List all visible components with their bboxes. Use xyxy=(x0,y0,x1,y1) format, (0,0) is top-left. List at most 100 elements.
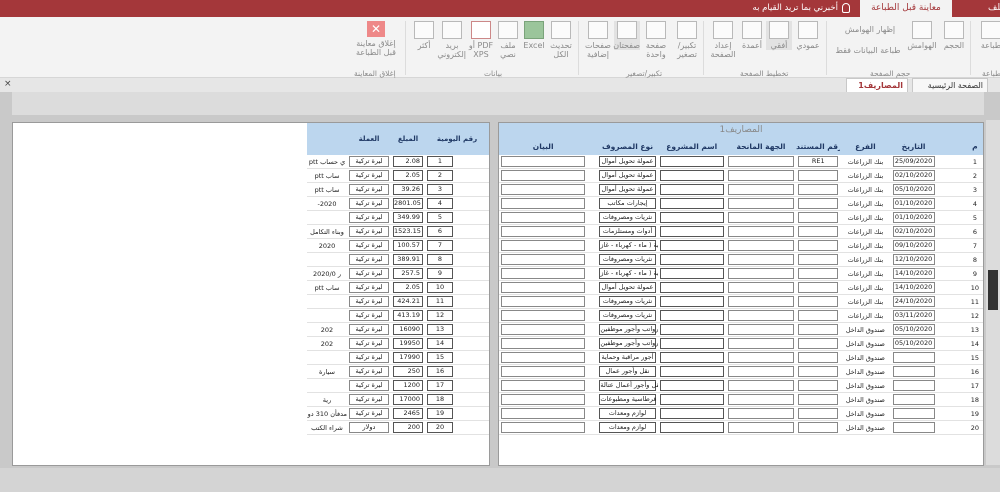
date-cell-box: 14/10/2020 xyxy=(892,282,935,293)
journal-no-cell-box: 16 xyxy=(427,366,453,377)
donor-cell-box xyxy=(727,184,795,195)
columns-icon xyxy=(742,21,762,39)
amount-cell: 16090 xyxy=(391,322,425,337)
expense-type-cell: قرطاسية ومطبوعات xyxy=(597,392,658,407)
journal-no-cell-box: 12 xyxy=(427,310,453,321)
landscape-button[interactable]: أفقي xyxy=(766,21,792,50)
fragment-cell: 202 xyxy=(307,322,347,337)
currency-cell: ليرة تركية xyxy=(347,280,391,295)
project-cell xyxy=(657,168,726,183)
table-cell xyxy=(455,336,489,351)
journal-no-cell: 4 xyxy=(425,196,455,211)
fragment-cell: شراء الكتب xyxy=(307,420,347,435)
tab-home[interactable]: الصفحة الرئيسية xyxy=(912,78,988,93)
table-row: نثريات ومصروفات بنك الزراعات 12/10/2020 8 xyxy=(499,252,983,267)
tab-print-preview[interactable]: معاينة قبل الطباعة xyxy=(860,0,952,17)
expense-type-cell: أجور مراقبة وحماية xyxy=(597,350,658,365)
columns-button[interactable]: أعمدة xyxy=(740,21,764,50)
date-cell: 24/10/2020 xyxy=(890,294,937,309)
close-document-icon[interactable]: × xyxy=(4,79,12,89)
group-label-page-layout: تخطيط الصفحة xyxy=(740,69,789,78)
expense-type-cell-box: نقل وأجور أعمال عتالة xyxy=(599,380,658,391)
date-cell: 12/10/2020 xyxy=(890,252,937,267)
page-size-button[interactable]: الحجم xyxy=(940,21,968,50)
table-cell-box xyxy=(501,282,586,293)
table-row: قرطاسية ومطبوعات صندوق الداخل 18 xyxy=(499,392,983,407)
doc-no-cell xyxy=(796,350,841,365)
tab-file[interactable]: ملف xyxy=(988,0,1000,17)
table-row: نثريات ومصروفات بنك الزراعات 24/10/2020 11 xyxy=(499,294,983,309)
table-cell xyxy=(587,224,598,239)
pdf-xps-button[interactable]: PDF أو XPS xyxy=(468,21,494,59)
more-button[interactable]: أكثر xyxy=(412,21,436,50)
table-cell-box xyxy=(501,226,586,237)
journal-no-cell: 10 xyxy=(425,280,455,295)
journal-no-cell: 8 xyxy=(425,252,455,267)
excel-button[interactable]: Excel xyxy=(522,21,546,50)
printer-icon xyxy=(981,21,1000,39)
amount-cell-box: 349.99 xyxy=(393,212,423,223)
project-cell xyxy=(657,238,726,253)
expense-type-cell-box: عمولة تحويل أموال xyxy=(599,156,656,167)
doc-no-cell xyxy=(796,322,841,337)
date-cell xyxy=(890,364,937,379)
amount-cell: 257.5 xyxy=(391,266,425,281)
group-separator xyxy=(970,21,971,75)
currency-cell-box: ليرة تركية xyxy=(349,380,389,391)
date-cell xyxy=(890,392,937,407)
doc-no-cell xyxy=(796,364,841,379)
expense-type-cell: لوازم ومعدات xyxy=(597,420,658,435)
currency-cell: ليرة تركية xyxy=(347,364,391,379)
table-cell xyxy=(936,210,967,225)
project-cell xyxy=(657,182,726,197)
two-pages-button[interactable]: صفحتان xyxy=(613,21,640,50)
one-page-button[interactable]: صفحة واحدة xyxy=(642,21,670,59)
more-pages-button[interactable]: صفحات إضافية xyxy=(584,21,612,59)
date-cell-box: 01/10/2020 xyxy=(892,212,935,223)
report-body-2: ي حساب ptt ليرة تركية 2.08 1 ساب ptt ليرة ترك… xyxy=(307,155,489,435)
page-setup-button[interactable]: إعداد الصفحة xyxy=(708,21,738,59)
table-row: أدوات ومستلزمات بنك الزراعات 02/10/2020 6 xyxy=(499,224,983,239)
journal-no-cell-box: 2 xyxy=(427,170,453,181)
journal-no-cell: 20 xyxy=(425,420,455,435)
fragment-cell: 2020 xyxy=(307,238,347,253)
table-cell xyxy=(587,420,598,435)
doc-no-cell-box xyxy=(798,408,839,419)
margins-button[interactable]: الهوامش xyxy=(906,21,938,50)
expense-type-cell: لوازم ومعدات xyxy=(597,406,658,421)
branch-cell: بنك الزراعات xyxy=(840,196,891,211)
margins-icon xyxy=(912,21,932,39)
currency-cell-box: ليرة تركية xyxy=(349,296,389,307)
tab-expenses-report[interactable]: المصاريف1 xyxy=(846,78,908,93)
date-cell: 05/10/2020 xyxy=(890,322,937,337)
doc-no-cell-box xyxy=(798,324,839,335)
table-cell xyxy=(936,392,967,407)
project-cell-box xyxy=(659,226,724,237)
show-margins-checkbox[interactable]: إظهار الهوامش xyxy=(836,25,904,34)
fragment-cell: مدفأن 310 دولار xyxy=(307,406,347,421)
table-cell xyxy=(499,336,588,351)
print-button[interactable]: طباعة xyxy=(980,21,1000,50)
table-row: لوازم ومعدات صندوق الداخل 19 xyxy=(499,406,983,421)
portrait-button[interactable]: عمودي xyxy=(794,21,822,50)
project-cell-box xyxy=(659,184,724,195)
email-button[interactable]: بريد إلكتروني xyxy=(437,21,466,59)
expense-type-cell: نثريات ومصروفات xyxy=(597,210,658,225)
project-cell xyxy=(657,210,726,225)
text-file-button[interactable]: ملف نصي xyxy=(496,21,520,59)
expense-type-cell: نثريات ومصروفات xyxy=(597,294,658,309)
fragment-cell: سيارة xyxy=(307,364,347,379)
close-preview-button[interactable]: ✕ إغلاق معاينة قبل الطباعة xyxy=(350,21,402,57)
table-row: ليرة تركية 349.99 5 xyxy=(307,210,489,225)
zoom-button[interactable]: تكبير/تصغير xyxy=(672,21,702,59)
table-cell xyxy=(587,280,598,295)
branch-cell: بنك الزراعات xyxy=(840,308,891,323)
table-row: عمولة تحويل أموال RE1 بنك الزراعات 25/09/20… xyxy=(499,155,983,169)
branch-cell: صندوق الداخل xyxy=(840,378,891,393)
doc-no-cell xyxy=(796,378,841,393)
tell-me-box[interactable]: أخبرني بما تريد القيام به xyxy=(753,0,850,17)
table-cell-box xyxy=(501,394,586,405)
refresh-all-button[interactable]: تحديث الكل xyxy=(548,21,574,59)
table-row: عمولة تحويل أموال بنك الزراعات 14/10/2020 1… xyxy=(499,280,983,295)
print-data-only-checkbox[interactable]: طباعة البيانات فقط xyxy=(832,46,904,55)
